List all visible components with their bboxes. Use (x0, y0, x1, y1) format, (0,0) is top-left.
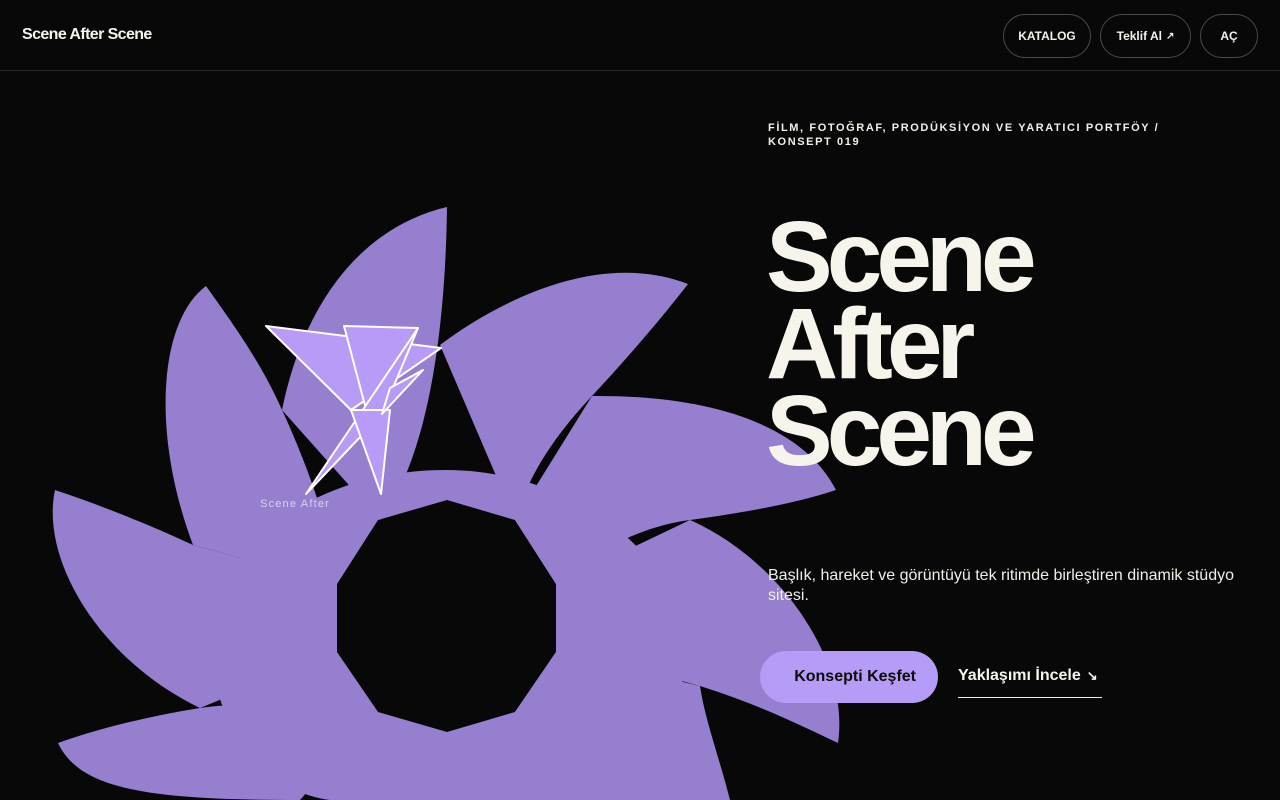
arrow-up-right-icon: ↗ (1165, 30, 1175, 42)
hero-eyebrow: FİLM, FOTOĞRAF, PRODÜKSİYON VE YARATICI … (768, 122, 1160, 148)
get-quote-label: Teklif Al (1116, 29, 1162, 43)
artwork-caption: Scene After (260, 498, 330, 510)
page: Scene After Scene KATALOG Teklif Al ↗ AÇ (0, 0, 1280, 800)
get-quote-button[interactable]: Teklif Al ↗ (1100, 14, 1191, 58)
pinwheel-flower-shape (52, 207, 840, 800)
hero-title: Scene After Scene (766, 207, 1037, 487)
hero-title-line-3: Scene (766, 375, 1037, 487)
explore-concept-button[interactable]: Konsepti Keşfet (760, 651, 938, 703)
explore-approach-link[interactable]: Yaklaşımı İncele ↘ (958, 667, 1102, 698)
explore-approach-label: Yaklaşımı İncele (958, 667, 1081, 684)
hero-description: Başlık, hareket ve görüntüyü tek ritimde… (768, 567, 1234, 604)
open-menu-button[interactable]: AÇ (1200, 14, 1258, 58)
catalog-button[interactable]: KATALOG (1003, 14, 1091, 58)
explore-concept-label: Konsepti Keşfet (794, 668, 916, 685)
open-menu-label: AÇ (1220, 29, 1238, 43)
catalog-label: KATALOG (1018, 29, 1076, 43)
site-logo[interactable]: Scene After Scene (22, 26, 152, 44)
arrow-down-right-icon: ↘ (1086, 668, 1098, 683)
site-header: Scene After Scene KATALOG Teklif Al ↗ AÇ (0, 0, 1280, 71)
